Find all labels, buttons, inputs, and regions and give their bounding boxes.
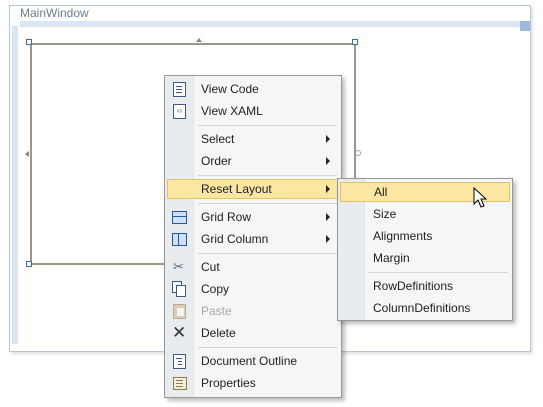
grid-row-icon (171, 209, 187, 225)
menu-item-label: Delete (201, 326, 236, 340)
menu-item-label: RowDefinitions (373, 279, 454, 293)
menu-item-label: Reset Layout (201, 182, 272, 196)
menu-item-label: Copy (201, 282, 230, 296)
menu-item-label: Grid Row (201, 210, 252, 224)
scissors-icon: ✂ (173, 259, 184, 274)
submenu-arrow-icon (326, 213, 330, 221)
menu-item-label: View Code (201, 82, 259, 96)
column-marker-icon (196, 38, 202, 42)
menu-separator (198, 203, 337, 204)
paste-icon (171, 303, 187, 319)
properties-icon (171, 375, 187, 391)
menu-item-order[interactable]: Order (167, 151, 339, 171)
menu-item-label: View XAML (201, 104, 263, 118)
menu-item-view-code[interactable]: View Code (167, 79, 339, 99)
row-marker-icon (25, 151, 29, 157)
menu-item-label: Paste (201, 304, 232, 318)
submenu-arrow-icon (326, 135, 330, 143)
submenu-arrow-icon (326, 185, 330, 193)
menu-item-label: Grid Column (201, 232, 269, 246)
menu-item-reset-layout[interactable]: Reset Layout (167, 179, 339, 199)
submenu-arrow-icon (326, 235, 330, 243)
menu-item-delete[interactable]: ✕ Delete (167, 323, 339, 343)
menu-item-cut[interactable]: ✂ Cut (167, 257, 339, 277)
grid-column-rail[interactable] (20, 21, 528, 27)
menu-item-paste[interactable]: Paste (167, 301, 339, 321)
resize-handle-top-right[interactable] (352, 39, 358, 45)
menu-item-label: All (374, 185, 388, 199)
menu-separator (368, 272, 508, 273)
grid-column-icon (171, 231, 187, 247)
menu-item-label: Cut (201, 260, 220, 274)
menu-item-label: Size (373, 207, 397, 221)
menu-item-copy[interactable]: Copy (167, 279, 339, 299)
menu-item-label: Order (201, 154, 232, 168)
menu-separator (198, 253, 337, 254)
menu-item-view-xaml[interactable]: ‹› View XAML (167, 101, 339, 121)
menu-item-grid-row[interactable]: Grid Row (167, 207, 339, 227)
copy-icon (171, 281, 187, 297)
window-resize-corner[interactable] (520, 21, 530, 31)
menu-item-properties[interactable]: Properties (167, 373, 339, 393)
context-menu: View Code ‹› View XAML Select Order Rese… (164, 75, 342, 398)
mouse-pointer-icon (473, 187, 487, 208)
menu-item-select[interactable]: Select (167, 129, 339, 149)
menu-item-label: Document Outline (201, 354, 298, 368)
menu-item-label: Select (201, 132, 235, 146)
submenu-item-rowdefinitions[interactable]: RowDefinitions (340, 276, 510, 296)
resize-handle-right[interactable] (355, 150, 361, 156)
menu-item-label: Properties (201, 376, 256, 390)
menu-item-label: ColumnDefinitions (373, 301, 471, 315)
document-outline-icon (171, 353, 187, 369)
submenu-item-margin[interactable]: Margin (340, 248, 510, 268)
submenu-item-alignments[interactable]: Alignments (340, 226, 510, 246)
menu-separator (198, 347, 337, 348)
menu-separator (198, 175, 337, 176)
menu-item-grid-column[interactable]: Grid Column (167, 229, 339, 249)
menu-separator (198, 125, 337, 126)
submenu-arrow-icon (326, 157, 330, 165)
delete-x-icon: ✕ (172, 323, 187, 342)
view-xaml-icon: ‹› (171, 103, 187, 119)
menu-item-label: Alignments (373, 229, 433, 243)
resize-handle-top-left[interactable] (26, 39, 32, 45)
grid-row-rail[interactable] (12, 26, 18, 344)
window-title: MainWindow (20, 6, 89, 20)
menu-item-label: Margin (373, 251, 410, 265)
resize-handle-bottom-left[interactable] (26, 261, 32, 267)
submenu-item-columndefinitions[interactable]: ColumnDefinitions (340, 298, 510, 318)
view-code-icon (171, 81, 187, 97)
menu-item-document-outline[interactable]: Document Outline (167, 351, 339, 371)
